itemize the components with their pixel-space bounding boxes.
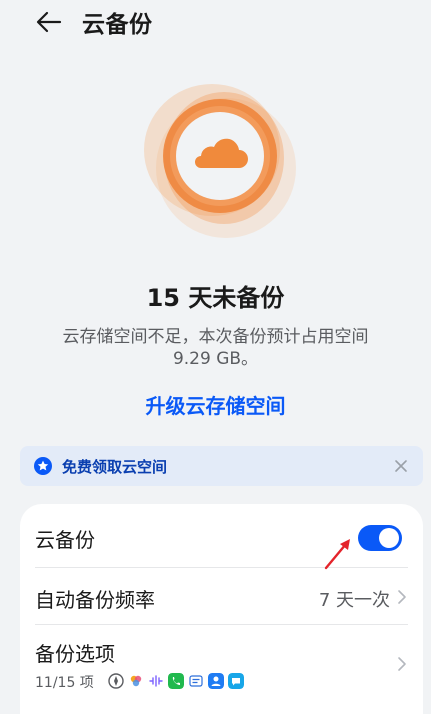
star-badge-icon [34,457,52,475]
notes-app-icon [189,675,203,687]
messages-app-icon [228,673,244,689]
arrow-left-icon [36,11,62,33]
close-icon [395,460,407,472]
backup-frequency-value: 7 天一次 [318,590,390,611]
backup-options-count: 11/15 项 [35,675,94,691]
divider [35,624,408,625]
contacts-app-icon [208,673,224,689]
backup-settings-card: 云备份 自动备份频率 7 天一次 备份选项 11/15 项 [20,504,423,714]
back-button[interactable] [34,10,64,34]
recorder-app-icon [149,675,163,687]
days-since-backup: 15 天未备份 [146,284,285,312]
chevron-right-icon [398,657,406,671]
app-header: 云备份 [0,0,431,44]
free-space-banner[interactable]: 免费领取云空间 [20,446,423,486]
banner-text: 免费领取云空间 [62,458,168,476]
storage-warning-line1: 云存储空间不足，本次备份预计占用空间 [62,327,369,347]
backup-options-label: 备份选项 [35,642,115,666]
upgrade-storage-link[interactable]: 升级云存储空间 [0,390,431,419]
cloud-status-illustration [140,72,300,242]
page-title: 云备份 [82,12,153,38]
storage-warning: 云存储空间不足，本次备份预计占用空间 9.29 GB。 [0,326,431,370]
chevron-right-icon [398,590,406,604]
banner-close-button[interactable] [393,458,409,474]
backup-app-icons [108,672,244,690]
gallery-app-icon [130,675,142,687]
red-arrow-annotation [324,539,350,570]
cloud-backup-label: 云备份 [35,528,95,552]
backup-frequency-label: 自动备份频率 [35,588,155,612]
storage-warning-line2: 9.29 GB。 [172,349,259,369]
cloud-backup-toggle[interactable] [358,525,402,551]
phone-app-icon [168,673,184,689]
compass-app-icon [108,673,124,689]
toggle-knob [379,528,399,548]
